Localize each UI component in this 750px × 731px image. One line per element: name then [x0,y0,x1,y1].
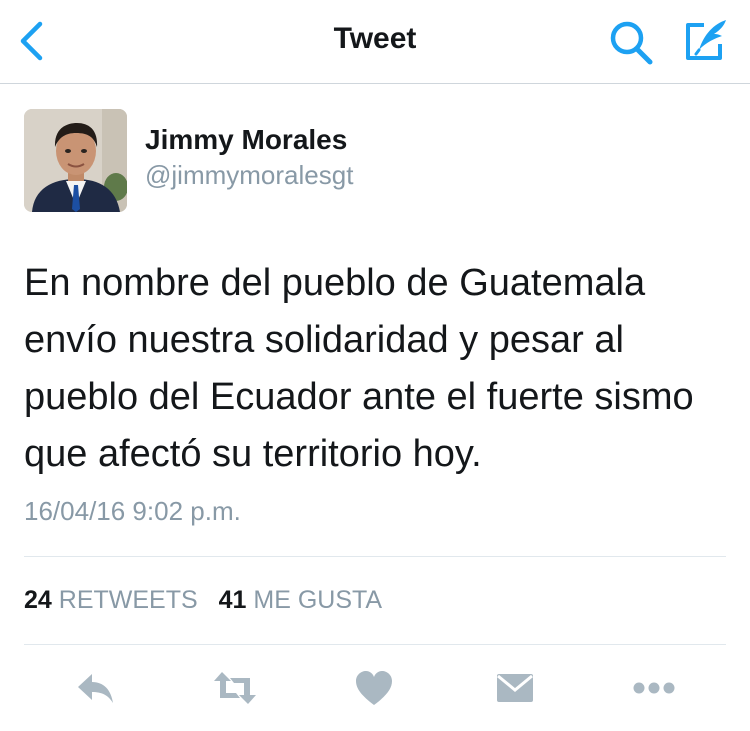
search-icon [610,21,653,65]
action-bar [0,660,750,716]
reply-icon [78,674,113,703]
search-button[interactable] [608,18,656,66]
tweet-stats: 24 RETWEETS 41 ME GUSTA [24,586,396,615]
compose-button[interactable] [682,16,732,66]
compose-icon [686,20,726,60]
tweet-text: En nombre del pueblo de Guatemala envío … [24,262,694,475]
more-icon [633,682,675,694]
direct-message-button[interactable] [493,668,537,708]
divider [24,556,726,557]
more-button[interactable] [631,668,675,708]
retweets-stat[interactable]: 24 RETWEETS [24,586,205,614]
tweet-timestamp: 16/04/16 9:02 p.m. [24,496,241,526]
avatar[interactable] [24,109,127,212]
heart-icon [356,671,392,705]
likes-count: 41 [218,586,247,614]
retweet-button[interactable] [212,668,256,708]
navigation-bar: Tweet [0,0,750,84]
likes-stat[interactable]: 41 ME GUSTA [219,586,382,614]
author-handle[interactable]: @jimmymoralesgt [145,160,353,191]
avatar-portrait-icon [24,109,127,212]
like-button[interactable] [352,668,396,708]
retweet-icon [214,672,256,704]
divider [24,644,726,645]
likes-label: ME GUSTA [253,586,383,614]
retweets-count: 24 [24,586,52,614]
direct-message-icon [497,674,533,702]
author-name[interactable]: Jimmy Morales [145,124,347,156]
retweets-label: RETWEETS [58,586,198,614]
reply-button[interactable] [74,668,118,708]
